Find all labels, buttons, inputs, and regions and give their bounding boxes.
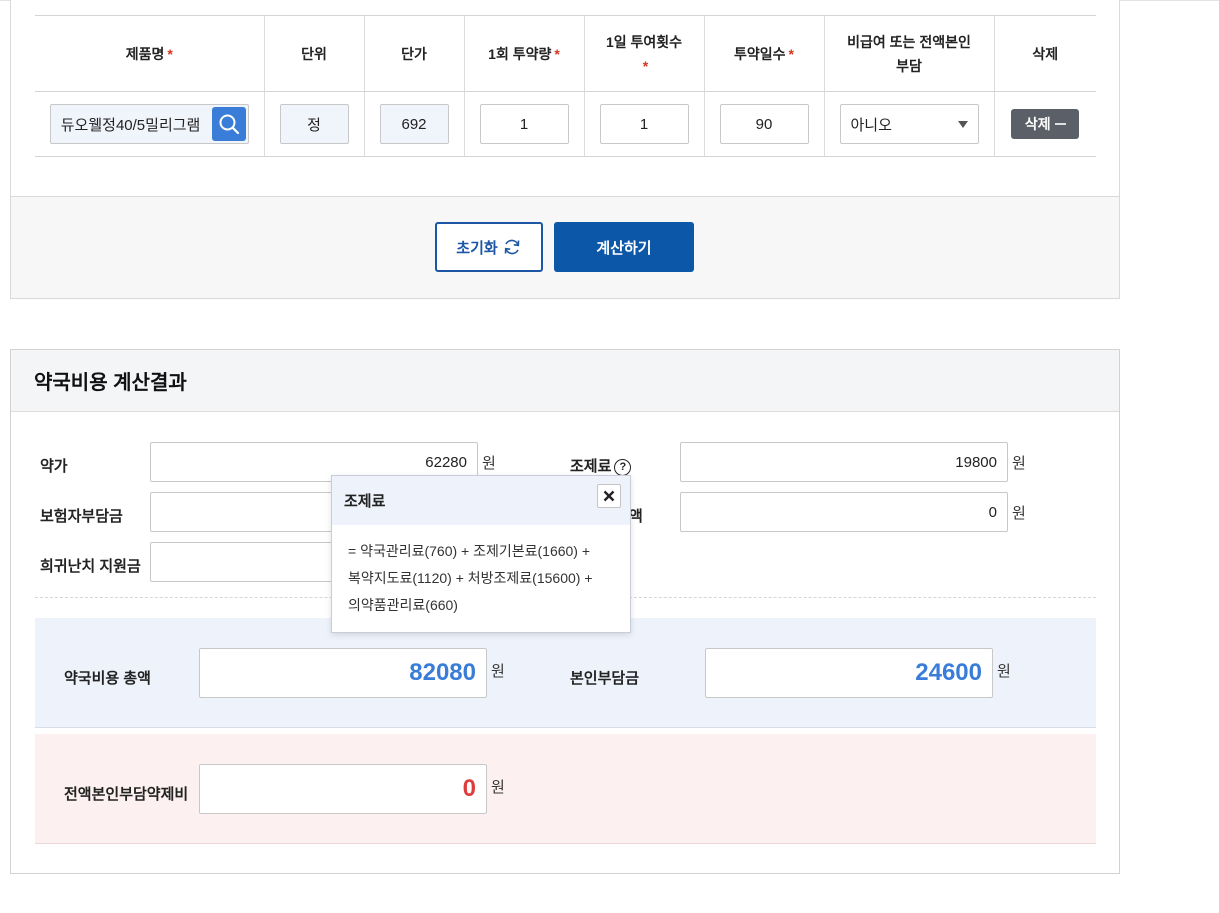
- close-icon: [603, 490, 615, 502]
- full-copay-band: 전액본인부담약제비 0 원: [35, 734, 1096, 844]
- header-product: 제품명 *: [35, 15, 264, 92]
- minus-icon: [1054, 123, 1066, 125]
- delete-row-button[interactable]: 삭제: [1011, 109, 1080, 139]
- dispensing-fee-tooltip: 조제료 = 약국관리료(760) + 조제기본료(1660) + 복약지도료(1…: [331, 475, 631, 633]
- dispensing-fee-field: 19800: [680, 442, 1008, 482]
- table-header-row: 제품명 * 단위 단가 1회 투약량 * 1일 투여횟수 * 투약일수 * 비급여 또는…: [35, 15, 1096, 92]
- required-mark: *: [167, 45, 173, 62]
- delete-button-label: 삭제: [1024, 116, 1051, 132]
- product-search-field[interactable]: 듀오웰정40/5밀리그램: [49, 104, 249, 144]
- unit-label: 원: [482, 455, 496, 472]
- product-name-input[interactable]: 듀오웰정40/5밀리그램: [51, 114, 211, 135]
- copay-label: 본인부담금: [570, 670, 640, 687]
- reset-button-label: 초기화: [456, 239, 498, 257]
- tooltip-body: = 약국관리료(760) + 조제기본료(1660) + 복약지도료(1120)…: [332, 525, 630, 619]
- drug-table: 제품명 * 단위 단가 1회 투약량 * 1일 투여횟수 * 투약일수 * 비급여 또는…: [35, 15, 1096, 157]
- header-delete: 삭제: [993, 15, 1096, 92]
- required-mark: *: [642, 57, 649, 74]
- help-icon[interactable]: ?: [614, 458, 632, 476]
- obscured-label-tail: 액: [629, 508, 643, 525]
- header-price: 단가: [363, 15, 464, 92]
- calculate-button[interactable]: 계산하기: [554, 222, 694, 272]
- action-bar: 초기화 계산하기: [11, 196, 1119, 298]
- header-days: 투약일수 *: [703, 15, 824, 92]
- required-mark: *: [554, 45, 560, 62]
- total-cost-label: 약국비용 총액: [64, 670, 151, 687]
- unit-label: 원: [1012, 455, 1026, 472]
- tooltip-close-button[interactable]: [597, 484, 621, 508]
- total-cost-field: 82080: [199, 648, 487, 698]
- unit-label: 원: [997, 663, 1011, 680]
- tooltip-title: 조제료: [332, 476, 630, 525]
- nonbenefit-selected-value: 아니오: [850, 116, 892, 134]
- obscured-amount-field: 0: [680, 492, 1008, 532]
- unit-label: 원: [491, 663, 505, 680]
- drug-input-card: 제품명 * 단위 단가 1회 투약량 * 1일 투여횟수 * 투약일수 * 비급여 또는…: [10, 0, 1120, 299]
- required-mark: *: [788, 45, 794, 62]
- header-dose: 1회 투약량 *: [463, 15, 584, 92]
- result-title: 약국비용 계산결과: [11, 350, 1119, 412]
- table-row: 듀오웰정40/5밀리그램 정 692 1 1 90 아니오 삭제: [35, 91, 1096, 157]
- nonbenefit-select[interactable]: 아니오: [839, 104, 979, 144]
- tooltip-line: 의약품관리료(660): [348, 597, 458, 613]
- unit-label: 원: [491, 779, 505, 796]
- frequency-input[interactable]: 1: [599, 104, 689, 144]
- dose-input[interactable]: 1: [479, 104, 569, 144]
- tooltip-line: = 약국관리료(760) + 조제기본료(1660) +: [348, 543, 591, 559]
- rare-disease-support-label: 희귀난치 지원금: [40, 558, 141, 575]
- search-icon: [219, 114, 239, 135]
- full-copay-label: 전액본인부담약제비: [64, 786, 189, 803]
- dispensing-fee-label: 조제료?: [570, 455, 632, 476]
- header-unit: 단위: [263, 15, 364, 92]
- unit-label: 원: [1012, 505, 1026, 522]
- header-nonbenefit: 비급여 또는 전액본인 부담: [823, 15, 994, 92]
- total-band: 약국비용 총액 82080 원 본인부담금 24600 원: [35, 618, 1096, 728]
- drug-price-label: 약가: [40, 458, 68, 475]
- header-frequency: 1일 투여횟수 *: [583, 15, 704, 92]
- days-input[interactable]: 90: [719, 104, 809, 144]
- full-copay-field: 0: [199, 764, 487, 814]
- tooltip-line: 복약지도료(1120) + 처방조제료(15600) +: [348, 570, 593, 586]
- reset-button[interactable]: 초기화: [435, 222, 543, 272]
- unit-field: 정: [279, 104, 349, 144]
- refresh-icon: [504, 239, 520, 255]
- price-field: 692: [379, 104, 449, 144]
- insurer-share-label: 보험자부담금: [40, 508, 123, 525]
- copay-field: 24600: [705, 648, 993, 698]
- search-button[interactable]: [211, 107, 246, 141]
- chevron-down-icon: [957, 120, 968, 128]
